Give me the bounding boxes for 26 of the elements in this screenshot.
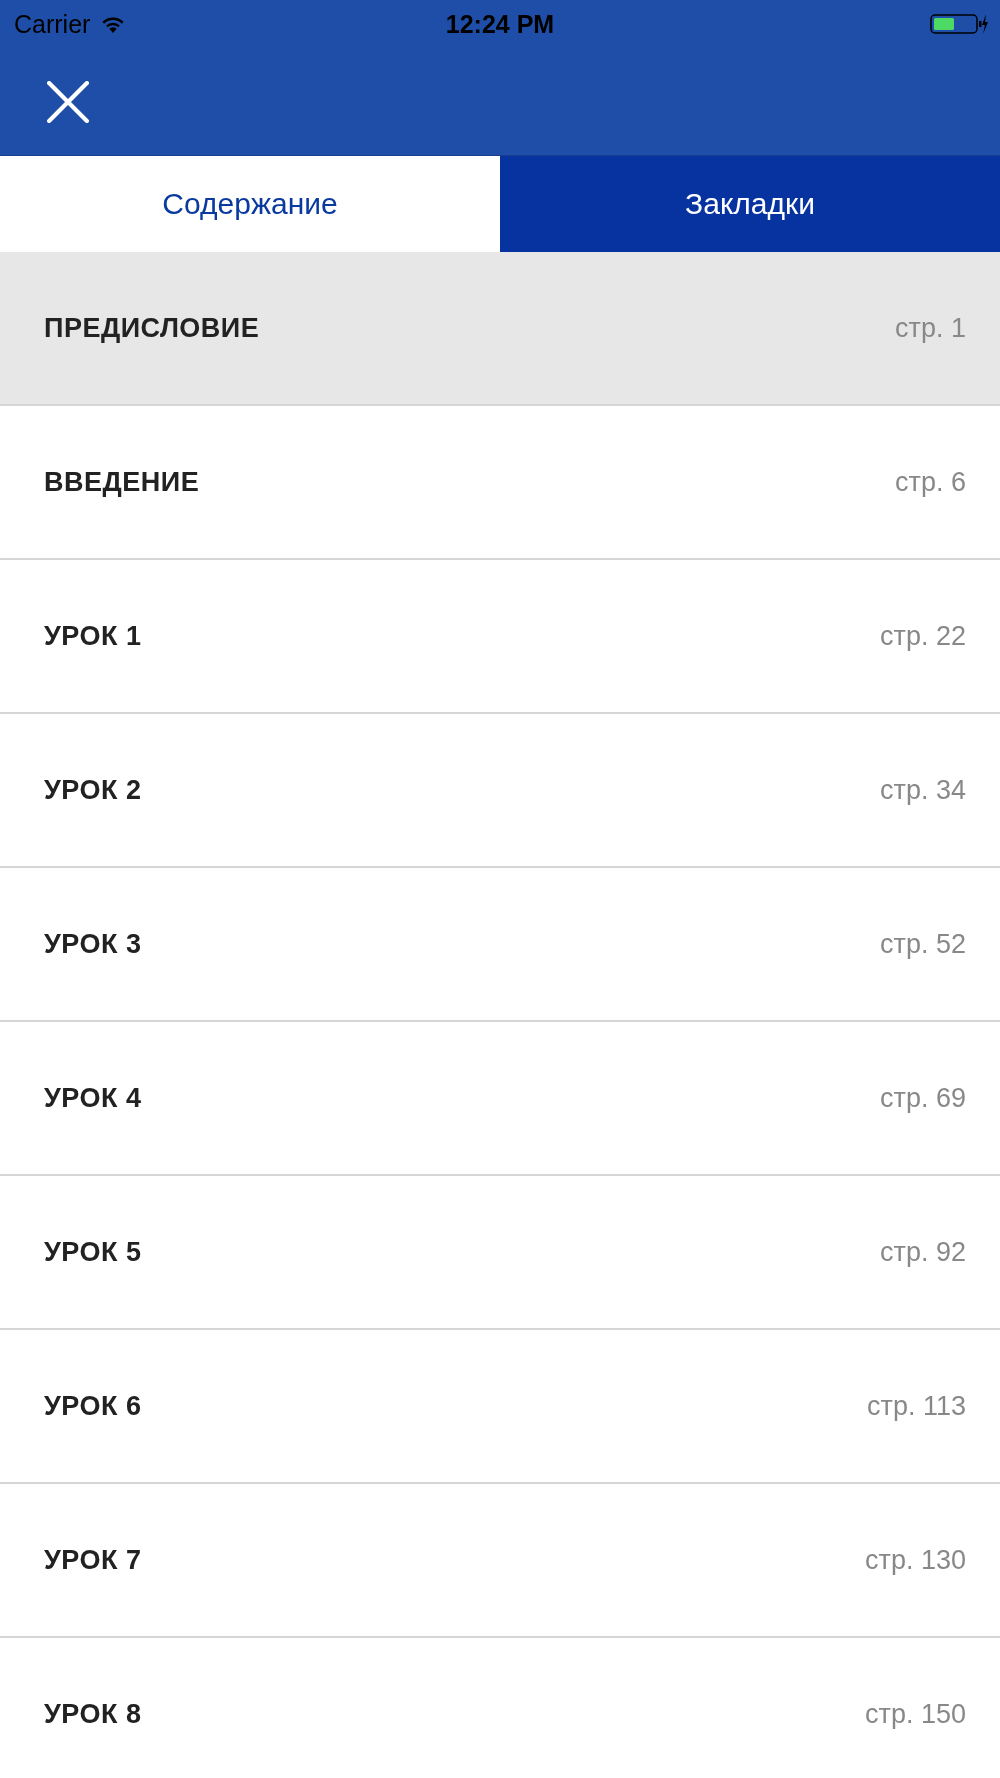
chapter-title: УРОК 4 bbox=[44, 1082, 142, 1114]
page-number: стр. 92 bbox=[880, 1236, 966, 1268]
carrier-name: Carrier bbox=[14, 9, 91, 39]
chapter-title: УРОК 8 bbox=[44, 1698, 142, 1730]
chapter-title: ВВЕДЕНИЕ bbox=[44, 466, 200, 498]
page-number: стр. 113 bbox=[867, 1390, 966, 1422]
chapter-title: УРОК 5 bbox=[44, 1236, 142, 1268]
page-number: стр. 22 bbox=[880, 620, 966, 652]
chapter-title: УРОК 2 bbox=[44, 774, 142, 806]
page-number: стр. 34 bbox=[880, 774, 966, 806]
page-number: стр. 130 bbox=[865, 1544, 966, 1576]
page-number: стр. 150 bbox=[865, 1698, 966, 1730]
page-number: стр. 6 bbox=[895, 466, 966, 498]
battery-icon bbox=[930, 13, 988, 35]
chapter-title: УРОК 3 bbox=[44, 928, 142, 960]
contents-row[interactable]: ПРЕДИСЛОВИЕ стр. 1 bbox=[0, 252, 1000, 406]
chapter-title: УРОК 7 bbox=[44, 1544, 142, 1576]
chapter-title: ПРЕДИСЛОВИЕ bbox=[44, 312, 260, 344]
page-number: стр. 52 bbox=[880, 928, 966, 960]
page-number: стр. 69 bbox=[880, 1082, 966, 1114]
status-time: 12:24 PM bbox=[445, 9, 555, 39]
chapter-title: УРОК 6 bbox=[44, 1390, 142, 1422]
chapter-title: УРОК 1 bbox=[44, 620, 142, 652]
page-number: стр. 1 bbox=[895, 312, 966, 344]
close-icon[interactable] bbox=[47, 80, 89, 123]
tab[interactable]: Закладки bbox=[500, 156, 1000, 252]
